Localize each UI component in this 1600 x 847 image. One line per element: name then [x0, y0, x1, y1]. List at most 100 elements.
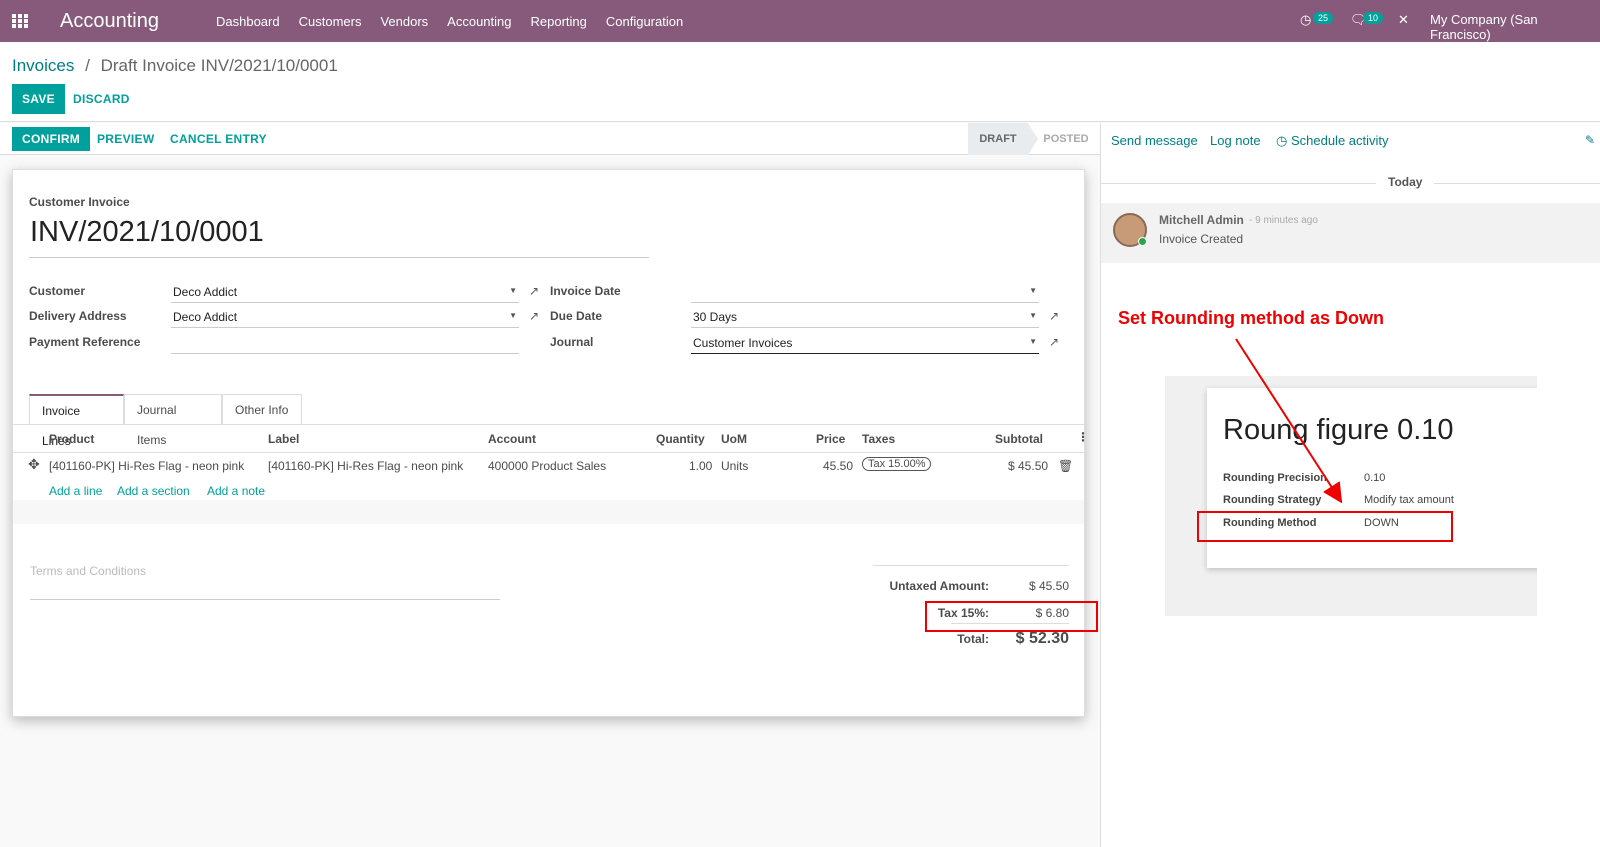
company-switcher[interactable]: My Company (San Francisco): [1430, 12, 1600, 42]
message-count-badge: 10: [1363, 12, 1384, 24]
status-arrow: [1028, 123, 1038, 155]
annotation-note: Set Rounding method as Down: [1118, 308, 1384, 328]
control-panel: Invoices / Draft Invoice INV/2021/10/000…: [0, 42, 1600, 122]
totals-divider: [873, 565, 1069, 566]
untaxed-amount-value: $ 45.50: [1028, 579, 1069, 593]
invoice-date-label: Invoice Date: [550, 284, 621, 298]
external-link-icon[interactable]: ↗: [529, 284, 539, 298]
payment-reference-field[interactable]: [171, 334, 519, 354]
delivery-address-value: Deco Addict: [173, 310, 238, 324]
add-section-link[interactable]: Add a section: [117, 484, 190, 498]
schedule-activity-button[interactable]: ◷ Schedule activity: [1276, 133, 1389, 149]
column-account[interactable]: Account: [488, 432, 536, 446]
menu-item-accounting[interactable]: Accounting: [447, 14, 511, 29]
due-date-field[interactable]: 30 Days ▼: [691, 308, 1039, 328]
breadcrumb-invoices-link[interactable]: Invoices: [12, 56, 74, 75]
column-price[interactable]: Price: [816, 432, 845, 446]
log-note-button[interactable]: Log note: [1210, 133, 1261, 148]
untaxed-amount-label: Untaxed Amount:: [889, 579, 989, 593]
method-highlight-box: [1197, 511, 1453, 542]
column-subtotal[interactable]: Subtotal: [995, 432, 1043, 446]
cancel-entry-button[interactable]: CANCEL ENTRY: [170, 124, 267, 154]
column-product[interactable]: Product: [49, 432, 94, 446]
column-quantity[interactable]: Quantity: [656, 432, 705, 446]
line-label[interactable]: [401160-PK] Hi-Res Flag - neon pink: [268, 459, 463, 473]
column-uom[interactable]: UoM: [721, 432, 747, 446]
customer-field[interactable]: Deco Addict ▼: [171, 283, 519, 303]
top-navbar: Accounting Dashboard Customers Vendors A…: [0, 0, 1600, 42]
save-button[interactable]: SAVE: [12, 84, 65, 114]
add-note-link[interactable]: Add a note: [207, 484, 265, 498]
rounding-strategy-value: Modify tax amount: [1364, 494, 1454, 506]
app-name[interactable]: Accounting: [60, 10, 159, 33]
line-account[interactable]: 400000 Product Sales: [488, 459, 606, 473]
line-tax-tag[interactable]: Tax 15.00%: [862, 457, 932, 471]
tab-journal-items[interactable]: Journal Items: [124, 394, 222, 447]
day-separator-line: [1101, 183, 1600, 184]
journal-label: Journal: [550, 335, 594, 349]
invoice-type-label: Customer Invoice: [29, 195, 130, 209]
preview-button[interactable]: PREVIEW: [97, 124, 154, 154]
message-time: - 9 minutes ago: [1249, 215, 1318, 226]
external-link-icon[interactable]: ↗: [1049, 335, 1059, 349]
apps-grid-icon[interactable]: [12, 14, 28, 28]
invoice-number-underline: [29, 257, 649, 258]
journal-field[interactable]: Customer Invoices ▼: [691, 334, 1039, 354]
menu-item-customers[interactable]: Customers: [299, 14, 362, 29]
delivery-address-field[interactable]: Deco Addict ▼: [171, 308, 519, 328]
chevron-down-icon: ▼: [1029, 286, 1037, 295]
message-item: Mitchell Admin - 9 minutes ago Invoice C…: [1101, 203, 1600, 263]
column-options-icon[interactable]: ⋮: [1077, 430, 1089, 444]
breadcrumb-separator: /: [85, 56, 90, 75]
trash-icon[interactable]: 🗑: [1058, 459, 1073, 473]
rounding-precision-label: Rounding Precision: [1223, 472, 1327, 484]
invoice-number: INV/2021/10/0001: [30, 216, 264, 248]
invoice-form-sheet: Customer Invoice INV/2021/10/0001 Custom…: [12, 169, 1089, 717]
menu-item-vendors[interactable]: Vendors: [380, 14, 428, 29]
send-message-button[interactable]: Send message: [1111, 133, 1198, 148]
tab-invoice-lines[interactable]: Invoice Lines: [29, 394, 124, 448]
status-draft[interactable]: DRAFT: [968, 123, 1028, 155]
chevron-down-icon: ▼: [1029, 311, 1037, 320]
menu-item-configuration[interactable]: Configuration: [606, 14, 683, 29]
line-product[interactable]: [401160-PK] Hi-Res Flag - neon pink: [49, 459, 244, 473]
tab-underline: [13, 424, 1084, 425]
line-uom[interactable]: Units: [721, 459, 748, 473]
breadcrumb: Invoices / Draft Invoice INV/2021/10/000…: [12, 56, 338, 76]
activity-clock-icon[interactable]: ◷: [1300, 12, 1311, 28]
line-subtotal: $ 45.50: [1008, 459, 1049, 473]
terms-field[interactable]: Terms and Conditions: [30, 564, 500, 600]
discard-button[interactable]: DISCARD: [73, 84, 130, 114]
main-menu: Dashboard Customers Vendors Accounting R…: [216, 14, 702, 29]
payment-reference-label: Payment Reference: [29, 335, 141, 349]
drag-handle-icon[interactable]: ✥: [28, 456, 40, 473]
tab-other-info[interactable]: Other Info: [222, 394, 302, 424]
menu-item-dashboard[interactable]: Dashboard: [216, 14, 280, 29]
status-posted[interactable]: POSTED: [1038, 123, 1094, 155]
column-taxes[interactable]: Taxes: [862, 432, 895, 446]
due-date-value: 30 Days: [693, 310, 738, 324]
add-line-link[interactable]: Add a line: [49, 484, 102, 498]
menu-item-reporting[interactable]: Reporting: [531, 14, 587, 29]
total-label: Total:: [957, 632, 989, 646]
line-price[interactable]: 45.50: [823, 459, 853, 473]
customer-value: Deco Addict: [173, 285, 238, 299]
delivery-address-label: Delivery Address: [29, 309, 127, 323]
tax-highlight-box: [925, 601, 1098, 632]
confirm-button[interactable]: CONFIRM: [12, 127, 91, 151]
due-date-label: Due Date: [550, 309, 603, 323]
rounding-precision-value: 0.10: [1364, 472, 1386, 484]
paperclip-icon[interactable]: ✎: [1585, 133, 1595, 147]
line-quantity[interactable]: 1.00: [689, 459, 712, 473]
rounding-title: Roung figure 0.10: [1223, 414, 1454, 446]
external-link-icon[interactable]: ↗: [529, 309, 539, 323]
activity-count-badge: 25: [1313, 12, 1334, 24]
debug-tools-icon[interactable]: ✕: [1398, 12, 1409, 28]
invoice-date-field[interactable]: ▼: [691, 283, 1039, 303]
schedule-activity-label: Schedule activity: [1290, 133, 1389, 148]
external-link-icon[interactable]: ↗: [1049, 309, 1059, 323]
day-separator: Today: [1376, 175, 1435, 189]
column-label[interactable]: Label: [268, 432, 299, 446]
empty-row: [13, 500, 1084, 524]
header-divider: [13, 452, 1084, 453]
